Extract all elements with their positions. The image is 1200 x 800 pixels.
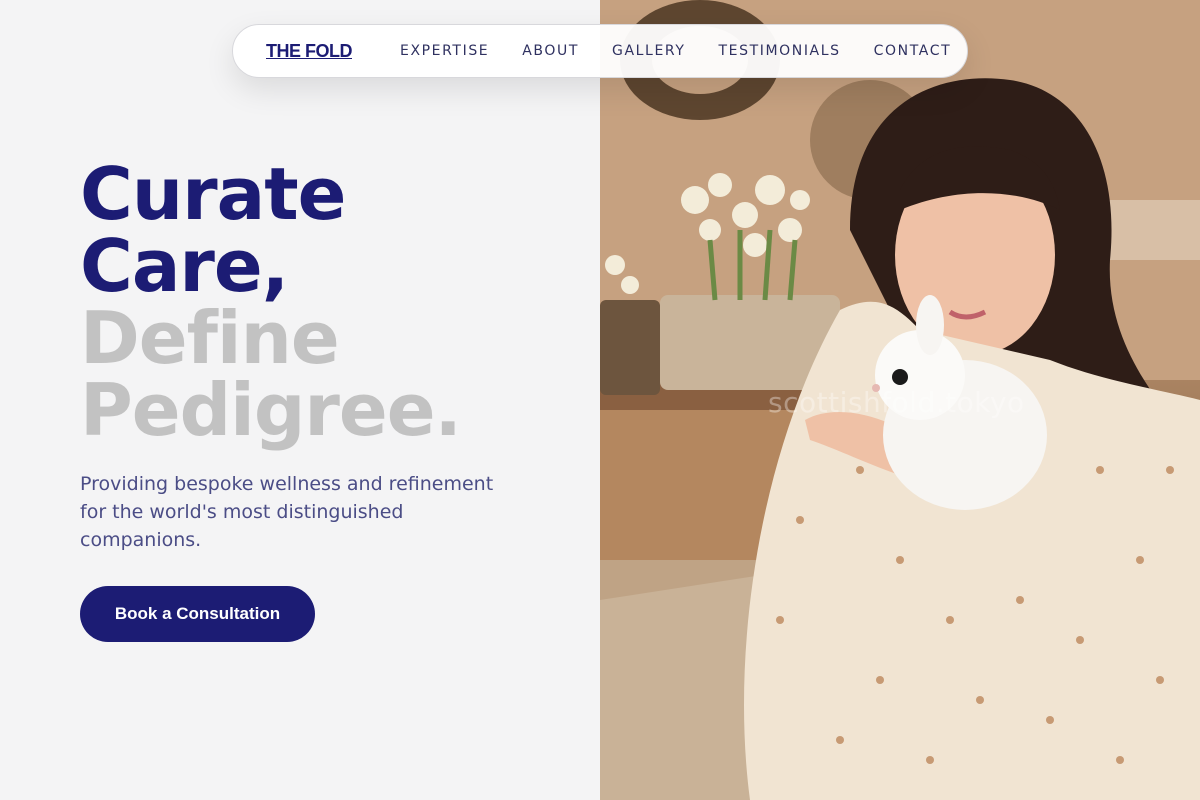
nav-links: EXPERTISE ABOUT GALLERY TESTIMONIALS CON… — [400, 43, 951, 59]
nav-link-contact[interactable]: CONTACT — [874, 43, 952, 59]
nav-link-about[interactable]: ABOUT — [522, 43, 579, 59]
nav-link-testimonials[interactable]: TESTIMONIALS — [718, 43, 840, 59]
photo-watermark: scottishfold.tokyo — [768, 386, 1025, 419]
landing-page: Curate Care, Define Pedigree. Providing … — [0, 0, 1200, 800]
hero-text-panel: Curate Care, Define Pedigree. Providing … — [0, 0, 600, 800]
hero-headline: Curate Care, Define Pedigree. — [80, 152, 462, 452]
top-navigation: THE FOLD EXPERTISE ABOUT GALLERY TESTIMO… — [232, 24, 968, 78]
hero-subtext: Providing bespoke wellness and refinemen… — [80, 473, 494, 551]
headline-line-3: Define — [80, 296, 340, 380]
brand-logo[interactable]: THE FOLD — [266, 41, 353, 62]
headline-line-1: Curate — [80, 152, 346, 236]
hero-photo: scottishfold.tokyo — [600, 0, 1200, 800]
headline-line-2: Care, — [80, 224, 289, 308]
book-consultation-button[interactable]: Book a Consultation — [80, 586, 315, 642]
nav-link-expertise[interactable]: EXPERTISE — [400, 43, 489, 59]
nav-link-gallery[interactable]: GALLERY — [612, 43, 685, 59]
headline-line-4: Pedigree. — [80, 368, 462, 452]
